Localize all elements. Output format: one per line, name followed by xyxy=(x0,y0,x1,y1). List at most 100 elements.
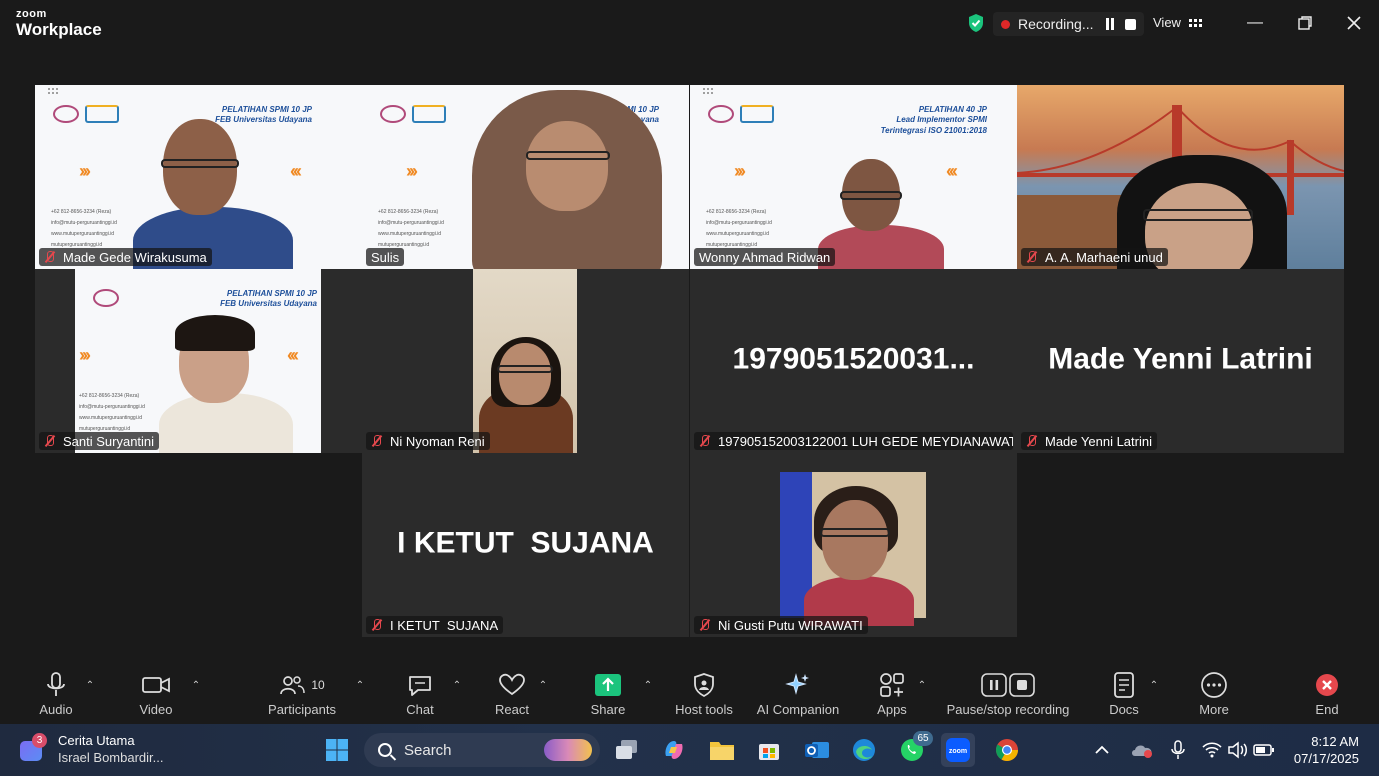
restore-window-icon[interactable] xyxy=(1290,10,1320,36)
pause-recording-icon[interactable] xyxy=(1103,17,1117,31)
react-options-caret-icon[interactable]: ⌃ xyxy=(537,680,549,692)
news-title: Cerita Utama xyxy=(58,733,135,748)
search-highlight-icon xyxy=(544,739,592,761)
minimize-icon[interactable]: — xyxy=(1240,10,1270,36)
copilot-icon[interactable] xyxy=(657,733,691,767)
zoom-taskbar-icon[interactable]: zoom xyxy=(941,733,975,767)
video-tile[interactable]: A. A. Marhaeni unud xyxy=(1017,85,1344,269)
slide-arrows: ››› xyxy=(79,161,91,181)
security-shield-icon[interactable] xyxy=(967,13,985,33)
whatsapp-icon[interactable]: 65 xyxy=(895,731,933,767)
video-camera-icon xyxy=(142,677,170,693)
end-meeting-button[interactable]: End xyxy=(1307,670,1347,717)
docs-label: Docs xyxy=(1109,702,1139,717)
video-tile[interactable]: PELATIHAN SPMI 10 JP FEB Universitas Uda… xyxy=(35,269,362,453)
battery-icon[interactable] xyxy=(1250,733,1278,767)
clock-time: 8:12 AM xyxy=(1311,734,1359,749)
host-tools-shield-icon xyxy=(694,673,714,697)
participant-name-tag: Made Gede Wirakusuma xyxy=(39,248,212,266)
share-options-caret-icon[interactable]: ⌃ xyxy=(642,680,654,692)
video-options-caret-icon[interactable]: ⌃ xyxy=(190,680,202,692)
taskbar-search[interactable]: Search xyxy=(364,733,600,767)
volume-icon[interactable] xyxy=(1224,733,1252,767)
ai-companion-button[interactable]: AI Companion xyxy=(752,670,844,717)
microphone-in-use-icon[interactable] xyxy=(1164,733,1192,767)
pause-stop-recording-button[interactable]: Pause/stop recording xyxy=(944,670,1072,717)
file-explorer-icon[interactable] xyxy=(705,733,739,767)
video-tile[interactable]: PELATIHAN SPMI 10 JP FEB Universitas Uda… xyxy=(35,85,362,269)
chat-button[interactable]: Chat xyxy=(400,670,440,717)
slide-contacts: +62 812-8656-3234 (Reza) info@mutu-pergu… xyxy=(706,209,772,248)
participants-button[interactable]: 10 Participants xyxy=(262,670,342,717)
video-tile-camera-off[interactable]: Made Yenni Latrini Made Yenni Latrini xyxy=(1017,269,1344,453)
view-button[interactable]: View xyxy=(1153,15,1202,30)
wifi-icon[interactable] xyxy=(1198,733,1226,767)
video-tile-active-speaker[interactable]: PELATIHAN SPMI 10 JP FEB Universitas Uda… xyxy=(362,85,689,269)
apps-button[interactable]: Apps xyxy=(872,670,912,717)
apps-options-caret-icon[interactable]: ⌃ xyxy=(916,680,928,692)
muted-mic-icon xyxy=(44,435,56,447)
search-placeholder: Search xyxy=(404,741,452,759)
drag-handle-icon[interactable] xyxy=(47,87,59,95)
news-widget[interactable]: 3 Cerita Utama Israel Bombardir... xyxy=(20,732,164,766)
task-view-icon[interactable] xyxy=(610,733,644,767)
participant-name-tag: Made Yenni Latrini xyxy=(1021,432,1157,450)
apps-label: Apps xyxy=(877,702,907,717)
stop-recording-icon[interactable] xyxy=(1125,18,1137,30)
participant-display-name: 1979051520031... xyxy=(732,342,975,376)
react-label: React xyxy=(495,702,529,717)
end-meeting-icon xyxy=(1316,674,1338,696)
slide-heading: PELATIHAN SPMI 10 JP FEB Universitas Uda… xyxy=(220,289,317,309)
participant-display-name: I KETUT SUJANA xyxy=(397,526,654,560)
docs-options-caret-icon[interactable]: ⌃ xyxy=(1148,680,1160,692)
slide-contacts: +62 812-8656-3234 (Reza) info@mutu-pergu… xyxy=(79,393,145,432)
news-badge: 3 xyxy=(32,733,47,748)
slide-contacts: +62 812-8656-3234 (Reza) info@mutu-pergu… xyxy=(378,209,444,248)
audio-label: Audio xyxy=(39,702,73,717)
video-tile[interactable]: PELATIHAN 40 JP Lead Implementor SPMI Te… xyxy=(690,85,1017,269)
docs-button[interactable]: Docs xyxy=(1104,670,1144,717)
show-hidden-icons-chevron-icon[interactable] xyxy=(1092,733,1112,767)
microsoft-store-icon[interactable] xyxy=(752,733,786,767)
drag-handle-icon[interactable] xyxy=(702,87,714,95)
document-icon xyxy=(1114,672,1134,698)
share-label: Share xyxy=(590,702,626,717)
participant-name: Made Gede Wirakusuma xyxy=(63,249,207,265)
video-tile[interactable]: Ni Gusti Putu WIRAWATI xyxy=(690,453,1017,637)
outlook-icon[interactable] xyxy=(800,733,834,767)
chrome-icon[interactable] xyxy=(990,733,1024,767)
chat-options-caret-icon[interactable]: ⌃ xyxy=(451,680,463,692)
video-tile-camera-off[interactable]: 1979051520031... 197905152003122001 LUH … xyxy=(690,269,1017,453)
zoom-logo: zoom Workplace xyxy=(16,8,102,39)
host-tools-button[interactable]: Host tools xyxy=(672,670,736,717)
participant-name: A. A. Marhaeni unud xyxy=(1045,249,1163,265)
participant-name: Wonny Ahmad Ridwan xyxy=(699,249,831,265)
muted-mic-icon xyxy=(44,251,56,263)
audio-button[interactable]: Audio xyxy=(36,670,76,717)
clock-date: 07/17/2025 xyxy=(1293,751,1359,766)
grid-view-icon xyxy=(1188,18,1202,27)
participant-name-tag: I KETUT SUJANA xyxy=(366,616,504,634)
slide-logo xyxy=(53,105,123,123)
more-button[interactable]: More xyxy=(1194,670,1234,717)
close-window-icon[interactable] xyxy=(1339,10,1369,36)
video-button[interactable]: Video xyxy=(136,670,176,717)
react-button[interactable]: React xyxy=(492,670,532,717)
pause-recording-icon xyxy=(981,673,1007,697)
system-clock[interactable]: 8:12 AM 07/17/2025 xyxy=(1294,733,1359,767)
participants-options-caret-icon[interactable]: ⌃ xyxy=(354,680,366,692)
ai-companion-label: AI Companion xyxy=(756,702,840,717)
participant-video xyxy=(780,472,926,626)
participant-video xyxy=(145,315,305,453)
participant-name: Made Yenni Latrini xyxy=(1045,433,1152,449)
video-tile-camera-off[interactable]: I KETUT SUJANA I KETUT SUJANA xyxy=(362,453,689,637)
recording-indicator[interactable]: Recording... xyxy=(993,12,1145,36)
onedrive-icon[interactable] xyxy=(1128,733,1156,767)
slide-contacts: +62 812-8656-3234 (Reza) info@mutu-pergu… xyxy=(51,209,117,248)
share-button[interactable]: Share xyxy=(588,670,628,717)
windows-start-icon[interactable] xyxy=(320,733,354,767)
video-tile[interactable]: Ni Nyoman Reni xyxy=(362,269,689,453)
edge-browser-icon[interactable] xyxy=(847,733,881,767)
audio-options-caret-icon[interactable]: ⌃ xyxy=(84,680,96,692)
logo-brand: zoom xyxy=(16,8,47,20)
